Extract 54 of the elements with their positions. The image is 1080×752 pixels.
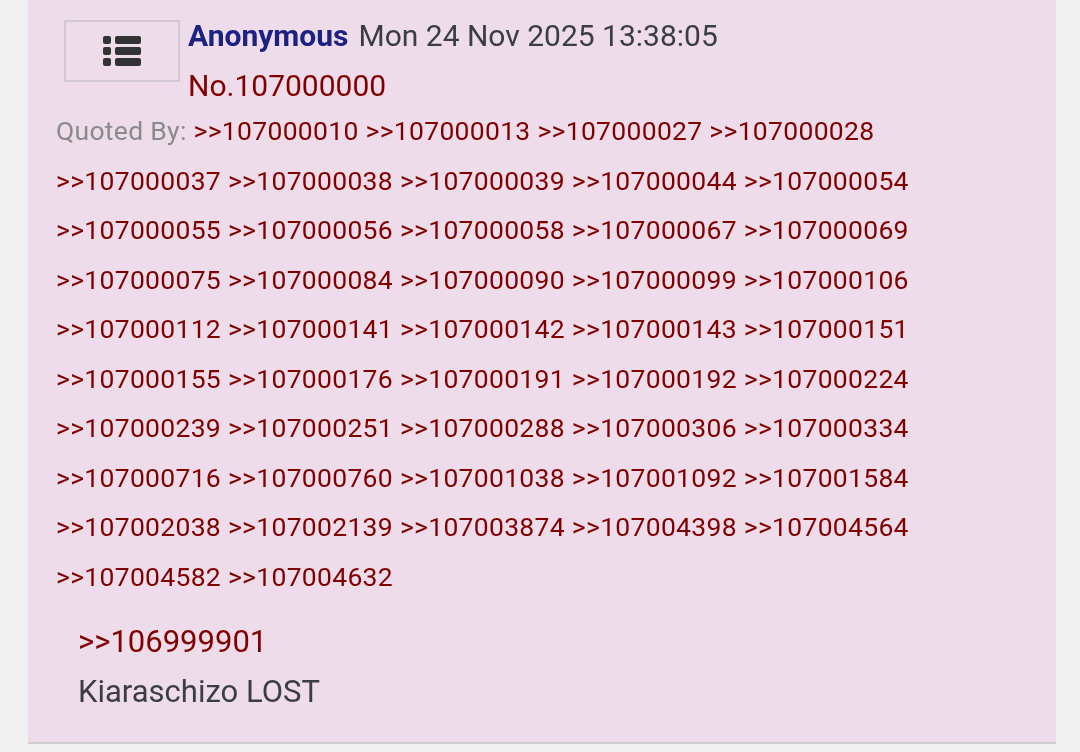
reply-link[interactable]: >>107001584 xyxy=(743,461,909,493)
reply-link[interactable]: >>107000069 xyxy=(743,214,909,245)
list-icon xyxy=(103,36,141,66)
reply-link[interactable]: >>107000075 xyxy=(56,263,222,295)
reply-link[interactable]: >>107000760 xyxy=(227,461,393,493)
quoted-by-label: Quoted By: xyxy=(56,115,187,146)
menu-button[interactable] xyxy=(64,20,180,82)
reply-link[interactable]: >>107000141 xyxy=(227,313,393,344)
reply-link[interactable]: >>107000038 xyxy=(227,164,393,196)
reply-link[interactable]: >>107000224 xyxy=(743,362,909,394)
reply-link[interactable]: >>107000288 xyxy=(399,412,565,443)
reply-link[interactable]: >>107000010 xyxy=(193,115,359,146)
reply-link[interactable]: >>107000056 xyxy=(227,214,393,245)
reply-link[interactable]: >>107000054 xyxy=(743,164,909,196)
reply-link[interactable]: >>107000039 xyxy=(399,164,565,196)
post-number[interactable]: No.107000000 xyxy=(188,68,387,104)
post-date: Mon 24 Nov 2025 13:38:05 xyxy=(358,18,718,54)
reply-link[interactable]: >>107000044 xyxy=(571,164,737,196)
reply-link[interactable]: >>107003874 xyxy=(399,511,565,542)
reply-link[interactable]: >>107002139 xyxy=(227,511,393,542)
reply-link[interactable]: >>107000013 xyxy=(365,115,531,146)
poster-name: Anonymous xyxy=(188,18,349,54)
reply-link[interactable]: >>107000058 xyxy=(399,214,565,245)
reply-link[interactable]: >>107000099 xyxy=(571,263,737,295)
reply-link[interactable]: >>107000084 xyxy=(227,263,393,295)
reply-link[interactable]: >>107002038 xyxy=(56,511,222,542)
reply-link[interactable]: >>107000037 xyxy=(56,164,222,196)
reply-link[interactable]: >>107004632 xyxy=(227,560,393,592)
reply-link[interactable]: >>107004564 xyxy=(743,511,909,542)
reply-link[interactable]: >>107000239 xyxy=(56,412,222,443)
reply-link[interactable]: >>107000306 xyxy=(571,412,737,443)
reply-link[interactable]: >>107000176 xyxy=(227,362,393,394)
reply-link[interactable]: >>107000143 xyxy=(571,313,737,344)
reply-link[interactable]: >>107000191 xyxy=(399,362,565,394)
reply-link[interactable]: >>107000106 xyxy=(743,263,909,295)
quote-link[interactable]: >>106999901 xyxy=(78,617,268,667)
reply-link[interactable]: >>107000151 xyxy=(743,313,909,344)
reply-link[interactable]: >>107000251 xyxy=(227,412,393,443)
reply-link[interactable]: >>107000055 xyxy=(56,214,222,245)
reply-link[interactable]: >>107001038 xyxy=(399,461,565,493)
reply-link[interactable]: >>107000155 xyxy=(56,362,222,394)
reply-link[interactable]: >>107000027 xyxy=(537,115,703,146)
reply-link[interactable]: >>107004398 xyxy=(571,511,737,542)
reply-link[interactable]: >>107000334 xyxy=(743,412,909,443)
reply-link[interactable]: >>107000716 xyxy=(56,461,222,493)
post-text: Kiaraschizo LOST xyxy=(78,672,320,712)
reply-link[interactable]: >>107000090 xyxy=(399,263,565,295)
reply-link[interactable]: >>107004582 xyxy=(56,560,222,592)
reply-link[interactable]: >>107000192 xyxy=(571,362,737,394)
reply-link[interactable]: >>107000112 xyxy=(56,313,222,344)
reply-link[interactable]: >>107000028 xyxy=(709,115,875,146)
reply-link[interactable]: >>107000067 xyxy=(571,214,737,245)
reply-link[interactable]: >>107000142 xyxy=(399,313,565,344)
reply-link[interactable]: >>107001092 xyxy=(571,461,737,493)
